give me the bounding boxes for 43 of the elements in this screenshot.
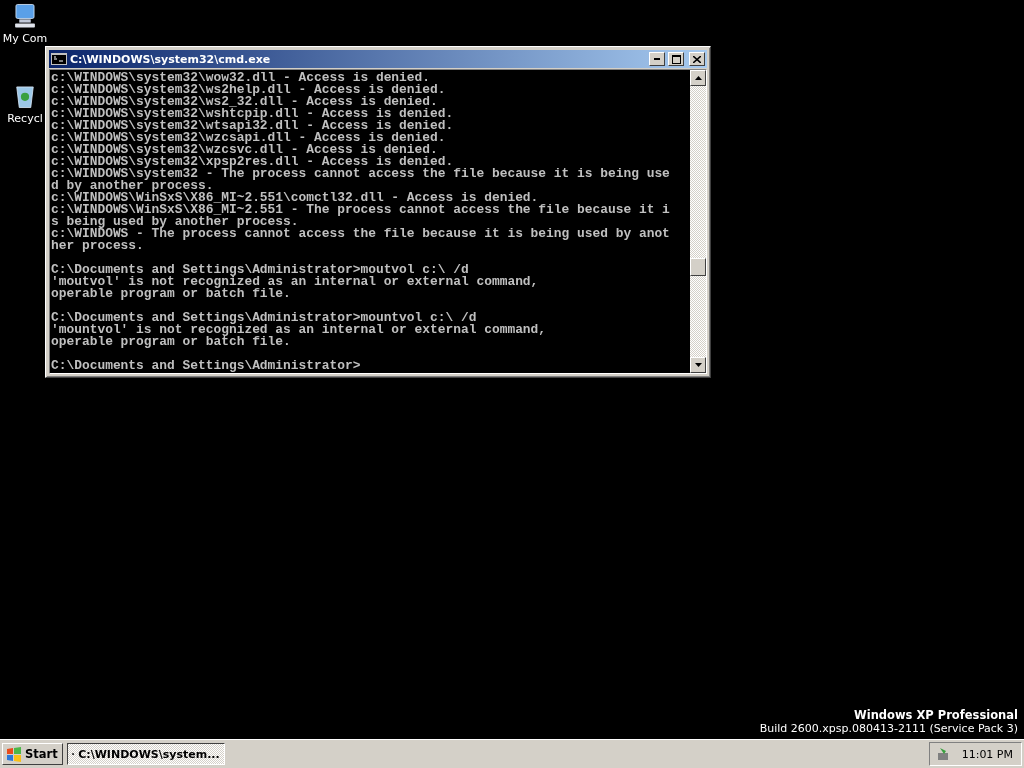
console-line: c:\WINDOWS\system32\wshtcpip.dll - Access is denied. bbox=[51, 108, 455, 120]
down-arrow-icon bbox=[694, 363, 702, 367]
minimize-icon bbox=[654, 58, 660, 60]
console-line: operable program or batch file. bbox=[51, 288, 292, 300]
console-line: 'mountvol' is not recognized as an internal or external command, bbox=[51, 324, 548, 336]
up-arrow-icon bbox=[694, 76, 702, 80]
desktop-icon-label[interactable]: My Com bbox=[2, 32, 48, 45]
console-line: c:\WINDOWS - The process cannot access the file because it is being used by anot bbox=[51, 228, 671, 240]
console-line: c:\WINDOWS\system32\wzcsvc.dll - Access is denied. bbox=[51, 144, 438, 156]
os-edition-text: Windows XP Professional bbox=[854, 708, 1018, 722]
taskbar-button[interactable]: C:\WINDOWS\system... bbox=[66, 743, 225, 765]
console-line: s being used by another process. bbox=[51, 216, 300, 228]
console-line: C:\Documents and Settings\Administrator> bbox=[51, 360, 362, 372]
desktop-icon-label[interactable]: Recycl bbox=[7, 112, 43, 125]
window-title: C:\WINDOWS\system32\cmd.exe bbox=[70, 52, 272, 66]
console-line: c:\WINDOWS\system32\wtsapi32.dll - Access is denied. bbox=[51, 120, 455, 132]
console-line: d by another process. bbox=[51, 180, 214, 192]
scrollbar[interactable] bbox=[690, 70, 706, 373]
console-line: c:\WINDOWS\system32\wzcsapi.dll - Access is denied. bbox=[51, 132, 447, 144]
console-line: c:\WINDOWS\WinSxS\X86_MI~2.551\comctl32.dll - Access is denied. bbox=[51, 192, 539, 204]
console-line: c:\WINDOWS\system32\wow32.dll - Access is denied. bbox=[51, 72, 431, 84]
console-line: operable program or batch file. bbox=[51, 336, 292, 348]
close-icon bbox=[693, 55, 701, 63]
minimize-button[interactable] bbox=[649, 52, 665, 66]
console-line: C:\Documents and Settings\Administrator>mountvol c:\ /d bbox=[51, 312, 478, 324]
console-line: her process. bbox=[51, 240, 145, 252]
scroll-down-button[interactable] bbox=[690, 357, 706, 373]
console-line: C:\Documents and Settings\Administrator>moutvol c:\ /d bbox=[51, 264, 470, 276]
console-line: 'moutvol' is not recognized as an internal or external command, bbox=[51, 276, 540, 288]
maximize-icon bbox=[671, 54, 681, 64]
console-line: c:\WINDOWS\system32\xpsp2res.dll - Access is denied. bbox=[51, 156, 454, 168]
maximize-button[interactable] bbox=[668, 52, 684, 66]
console-line: c:\WINDOWS\system32\ws2help.dll - Access is denied. bbox=[51, 84, 447, 96]
console-line: c:\WINDOWS\WinSxS\X86_MI~2.551 - The process cannot access the file because it i bbox=[51, 204, 671, 216]
os-build-text: Build 2600.xpsp.080413-2111 (Service Pack 3) bbox=[759, 722, 1018, 735]
console-line: c:\WINDOWS\system32 - The process cannot access the file because it is being use bbox=[51, 168, 671, 180]
start-button[interactable]: Start bbox=[2, 743, 63, 765]
console-line: c:\WINDOWS\system32\ws2_32.dll - Access is denied. bbox=[51, 96, 438, 108]
clock: 11:01 PM bbox=[961, 747, 1013, 761]
close-button[interactable] bbox=[689, 52, 705, 66]
windows-logo-icon bbox=[6, 746, 22, 762]
scroll-thumb[interactable] bbox=[690, 258, 706, 276]
scroll-up-button[interactable] bbox=[690, 70, 706, 86]
